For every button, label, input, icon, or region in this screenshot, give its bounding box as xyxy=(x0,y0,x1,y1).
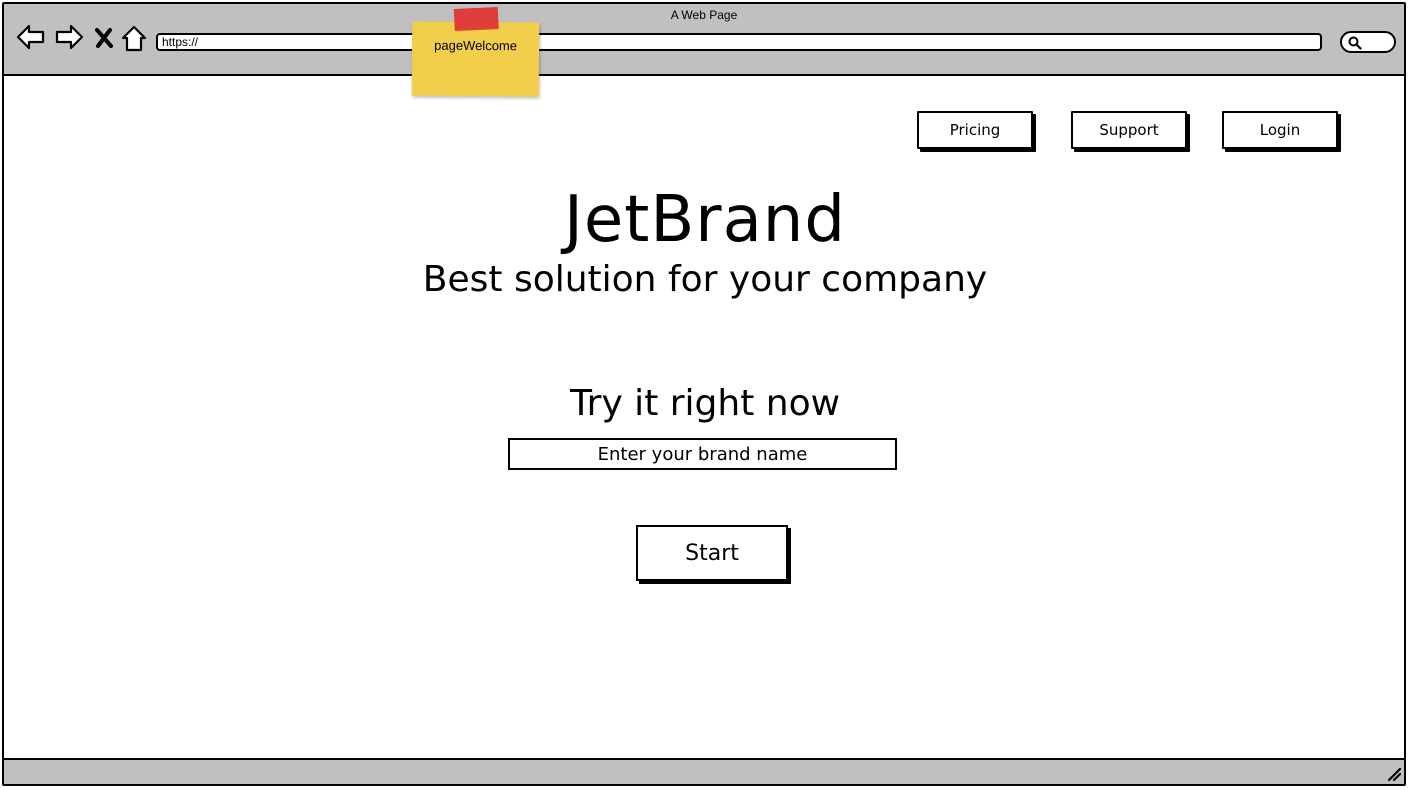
address-bar[interactable] xyxy=(156,33,1322,51)
sticky-note-label: pageWelcome xyxy=(434,37,518,54)
support-button[interactable]: Support xyxy=(1071,111,1187,149)
login-button[interactable]: Login xyxy=(1222,111,1338,149)
try-heading: Try it right now xyxy=(569,383,841,424)
url-input[interactable] xyxy=(162,35,402,49)
sticky-note: pageWelcome xyxy=(411,7,540,97)
status-bar xyxy=(4,758,1404,784)
resize-grip-icon[interactable] xyxy=(1386,766,1402,782)
search-icon xyxy=(1348,36,1362,50)
sticky-tape xyxy=(453,7,499,31)
brand-name-input[interactable] xyxy=(508,438,897,470)
browser-search-box[interactable] xyxy=(1340,31,1396,53)
brand-tagline: Best solution for your company xyxy=(422,259,988,300)
brand-title: JetBrand xyxy=(564,183,846,257)
home-icon[interactable] xyxy=(120,24,148,52)
forward-arrow-icon[interactable] xyxy=(54,22,84,52)
browser-chrome: A Web Page xyxy=(4,4,1404,76)
start-button[interactable]: Start xyxy=(636,525,788,581)
pricing-button[interactable]: Pricing xyxy=(917,111,1033,149)
close-x-icon[interactable] xyxy=(94,27,114,49)
back-arrow-icon[interactable] xyxy=(16,22,46,52)
window-title: A Web Page xyxy=(670,8,738,22)
